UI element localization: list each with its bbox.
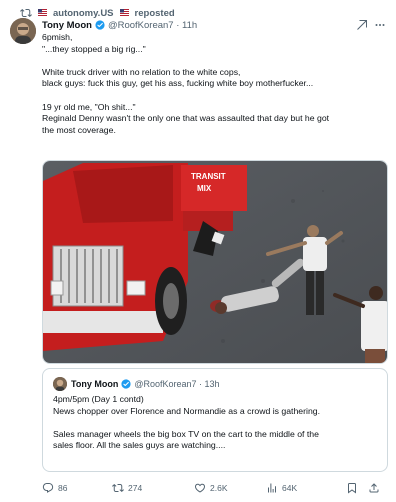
quote-line: Sales manager wheels the big box TV on t… [53,428,319,439]
views-button[interactable]: 64K [266,482,346,494]
reply-button[interactable]: 86 [42,482,112,494]
author-name[interactable]: Tony Moon [42,20,92,31]
quoted-tweet-text: 4pm/5pm (Day 1 contd) News chopper over … [53,394,379,452]
quoted-tweet-time: 13h [204,379,220,389]
repost-account[interactable]: autonomy.US [53,8,114,19]
tweet-line: Reginald Denny wasn't the only one that … [42,113,330,124]
tweet-photo[interactable]: TRANSIT MIX [42,160,388,364]
quoted-tweet-header: Tony Moon @RoofKorean7 · 13h [53,377,220,391]
like-count: 2.6K [210,483,228,493]
like-icon [194,483,206,493]
separator-dot: · [173,19,183,31]
separator-dot: · [196,379,205,389]
truck-lettering: MIX [197,184,212,193]
flag-icon [38,8,47,19]
tweet-line: black guys: fuck this guy, get his ass, … [42,78,314,89]
repost-count: 274 [128,483,143,493]
reply-count: 86 [58,483,68,493]
quoted-author-name: Tony Moon [71,379,119,389]
share-icon [369,483,379,493]
quote-line: News chopper over Florence and Normandie… [53,405,321,416]
author-handle[interactable]: @RoofKorean7 [108,20,174,31]
tweet-line: 19 yr old me, "Oh shit..." [42,101,136,112]
repost-button[interactable]: 274 [112,482,194,494]
avatar[interactable] [10,18,36,44]
like-button[interactable]: 2.6K [194,482,266,494]
grok-icon[interactable] [356,19,368,31]
tweet-line: the most coverage. [42,124,116,135]
quote-line: sales floor. All the sales guys are watc… [53,440,226,451]
quote-line: 4pm/5pm (Day 1 contd) [53,394,144,404]
tweet-line: "...they stopped a big rig..." [42,43,146,54]
reply-icon [42,483,54,493]
verified-badge-icon [95,20,105,30]
repost-icon [112,483,124,493]
views-count: 64K [282,483,298,493]
tweet-line: 6pmish, [42,32,73,42]
quoted-tweet[interactable]: Tony Moon @RoofKorean7 · 13h 4pm/5pm (Da… [42,368,388,472]
share-button[interactable] [368,482,382,494]
verified-badge-icon [121,379,131,389]
quoted-author-handle: @RoofKorean7 [134,379,197,389]
truck-lettering: TRANSIT [191,172,226,181]
repost-label: reposted [134,7,175,19]
bookmark-button[interactable] [346,482,368,494]
avatar [53,377,67,391]
flag-icon [119,8,129,19]
views-icon [268,483,276,493]
action-bar: 86 274 2.6K 64K [42,480,388,496]
tweet-time[interactable]: 11h [182,20,197,31]
tweet-header: Tony Moon @RoofKorean7 · 11h [42,18,386,32]
tweet-text: 6pmish, "...they stopped a big rig..." W… [42,32,388,136]
tweet-line: White truck driver with no relation to t… [42,66,241,77]
more-options-icon[interactable] [374,19,386,31]
bookmark-icon [348,483,356,494]
